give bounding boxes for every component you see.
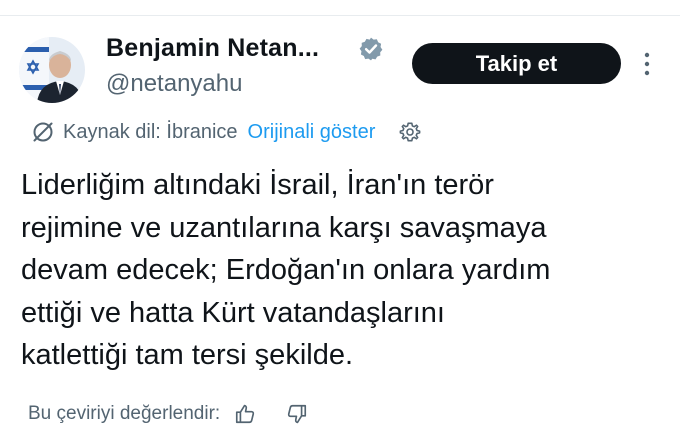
- source-language-label: Kaynak dil: İbranice: [63, 120, 238, 143]
- tweet-line: devam edecek; Erdoğan'ın onlara yardım: [21, 254, 551, 286]
- avatar[interactable]: [19, 37, 85, 103]
- show-original-link[interactable]: Orijinali göster: [248, 121, 376, 144]
- handle[interactable]: @netanyahu: [106, 70, 242, 98]
- tweet-line: rejimine ve uzantılarına karşı savaşmaya: [21, 211, 547, 244]
- thumbs-down-icon[interactable]: [286, 403, 308, 425]
- tweet-line: Liderliğim altındaki İsrail, İran'ın ter…: [21, 169, 494, 201]
- settings-icon[interactable]: [399, 121, 421, 143]
- translation-bar: Kaynak dil: İbranice Orijinali göster: [31, 118, 421, 146]
- rate-translation-label: Bu çeviriyi değerlendir:: [28, 403, 221, 424]
- rate-translation-bar: Bu çeviriyi değerlendir:: [28, 400, 308, 428]
- top-divider: [0, 15, 680, 16]
- tweet-text: Liderliğim altındaki İsrail, İran'ın ter…: [21, 164, 680, 377]
- tweet-line: katlettiği tam tersi şekilde.: [21, 339, 354, 371]
- thumbs-up-icon[interactable]: [234, 403, 256, 425]
- tweet-line: ettiği ve hatta Kürt vatandaşlarını: [21, 296, 445, 329]
- follow-button[interactable]: Takip et: [412, 43, 621, 84]
- no-translate-icon: [31, 120, 55, 144]
- verified-badge-icon: [358, 36, 384, 62]
- display-name[interactable]: Benjamin Netan...: [106, 34, 319, 63]
- more-options-icon[interactable]: [640, 50, 654, 78]
